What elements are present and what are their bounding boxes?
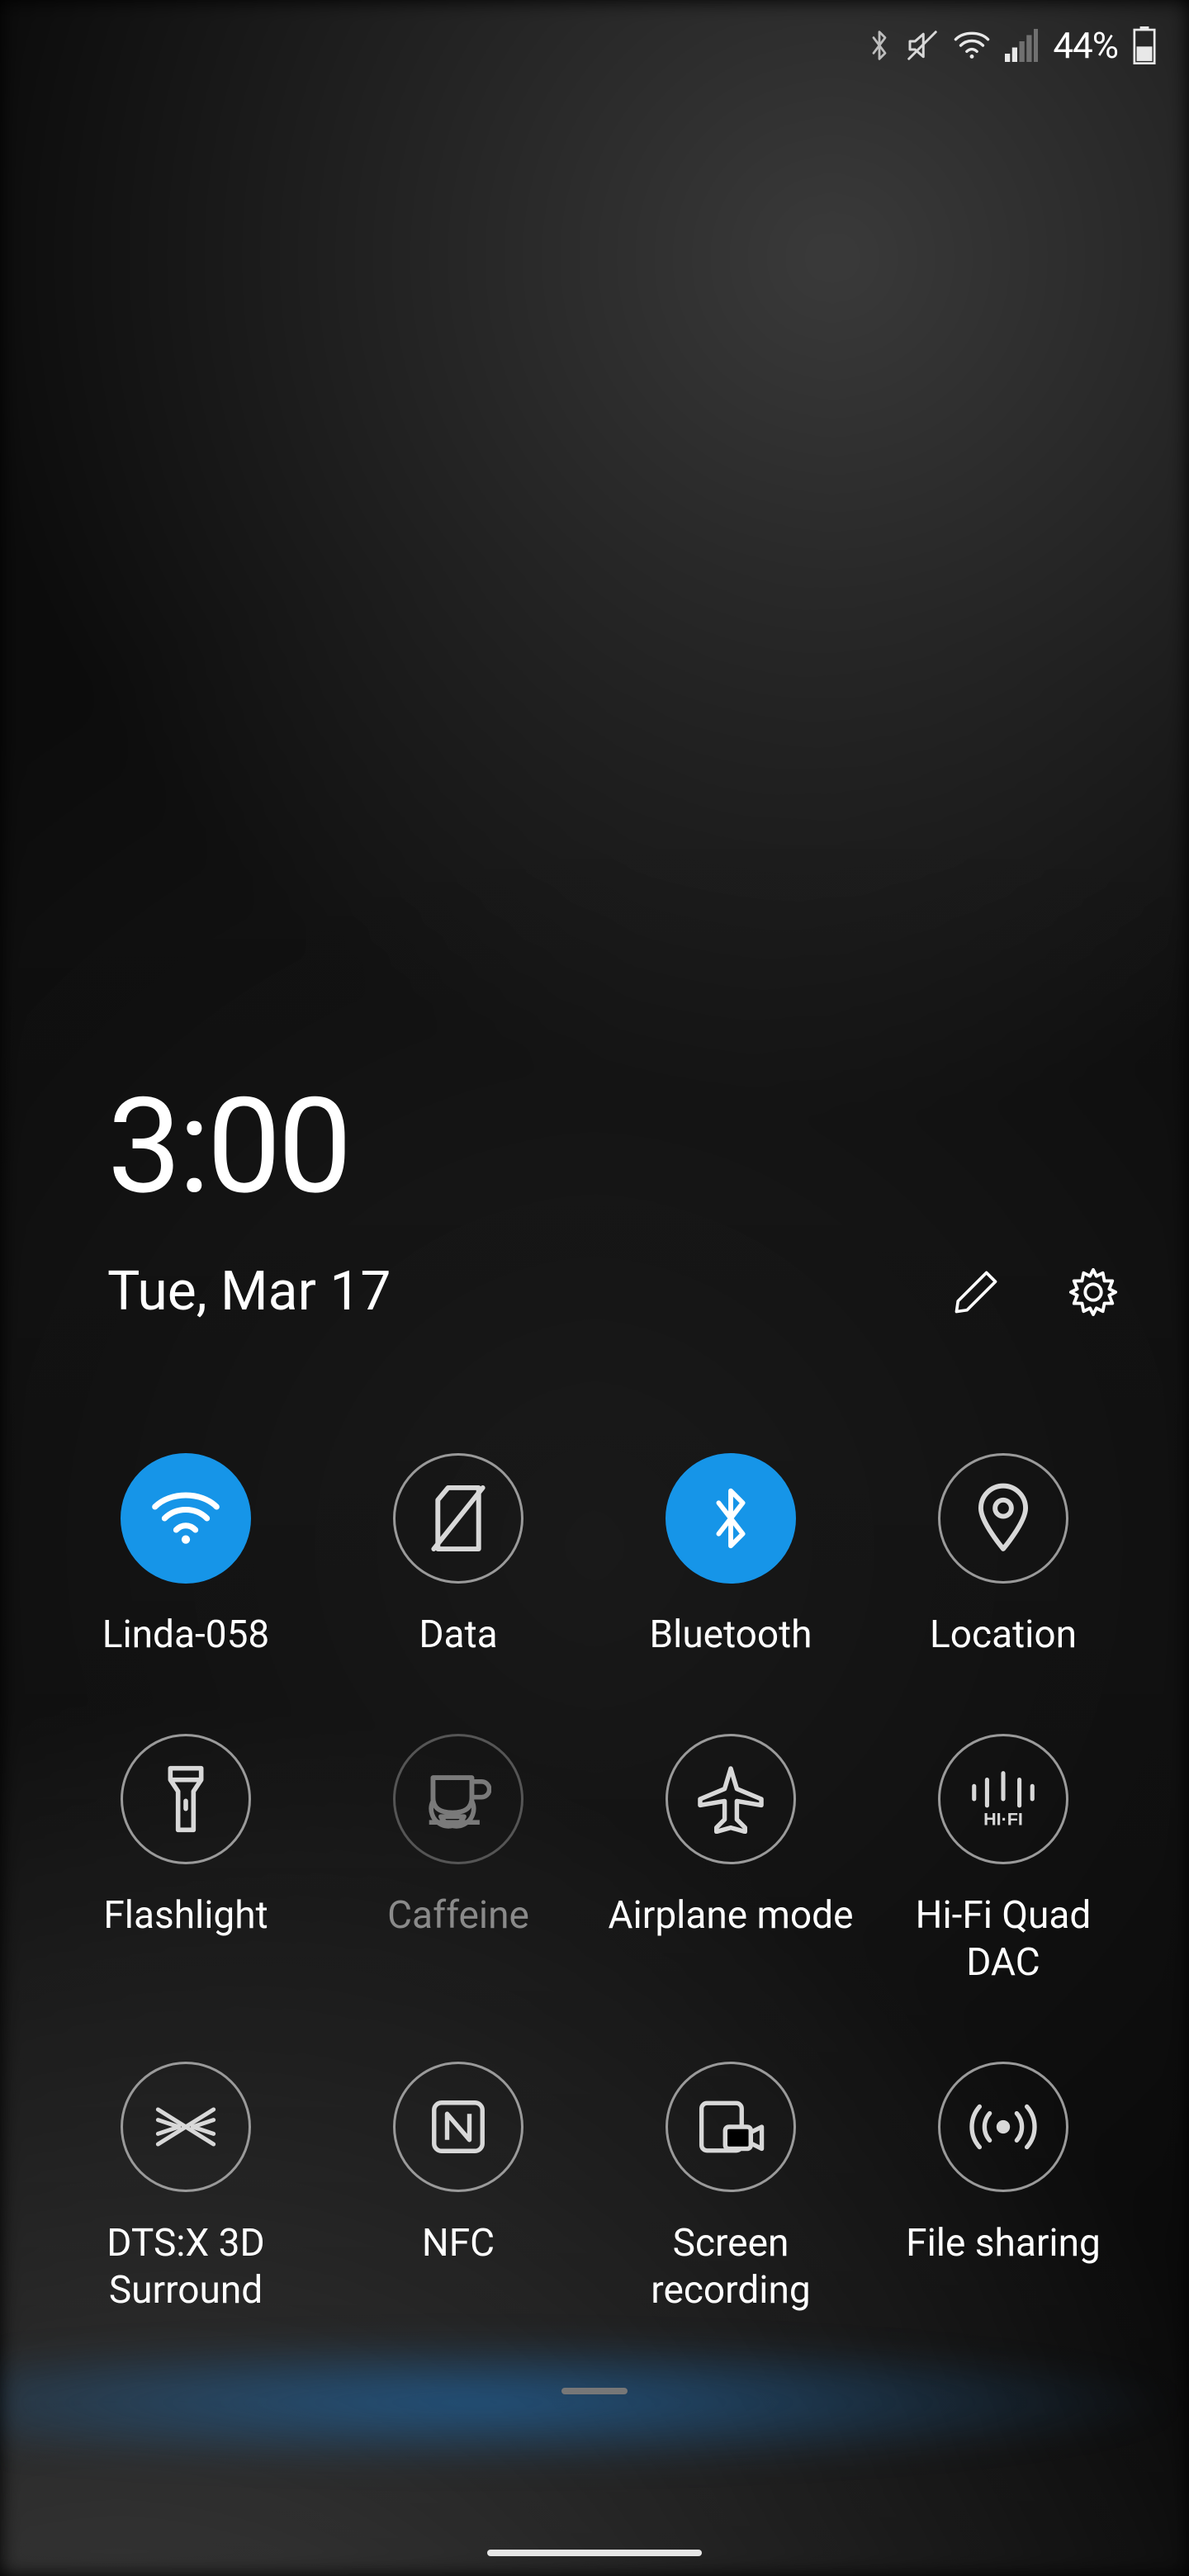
clock[interactable]: 3:00 [107, 1082, 1139, 1214]
qs-tile-data[interactable]: Data [322, 1453, 594, 1660]
edit-button[interactable] [946, 1262, 1006, 1322]
qs-tile-airplane[interactable]: Airplane mode [594, 1734, 867, 1987]
dock-glow [0, 2337, 1189, 2469]
location-pin-icon [938, 1453, 1068, 1584]
screen-record-icon [666, 2062, 796, 2192]
dtsx-icon [121, 2062, 251, 2192]
qs-tile-label: Bluetooth [649, 1612, 812, 1660]
qs-tile-hifi[interactable]: HI·FI Hi-Fi Quad DAC [867, 1734, 1139, 1987]
gear-icon [1068, 1267, 1119, 1318]
sim-off-icon [393, 1453, 523, 1584]
qs-tile-label: Caffeine [387, 1892, 529, 1940]
qs-tile-bluetooth[interactable]: Bluetooth [594, 1453, 867, 1660]
airplane-icon [666, 1734, 796, 1864]
panel-drag-handle[interactable] [561, 2388, 628, 2394]
settings-button[interactable] [1063, 1262, 1123, 1322]
flashlight-icon [121, 1734, 251, 1864]
nav-gesture-handle[interactable] [487, 2550, 702, 2556]
coffee-icon [393, 1734, 523, 1864]
qs-tile-label: NFC [422, 2220, 495, 2268]
qs-tile-dtsx[interactable]: DTS:X 3D Surround [50, 2062, 322, 2315]
date[interactable]: Tue, Mar 17 [107, 1260, 946, 1324]
wifi-icon [954, 29, 990, 62]
svg-text:HI·FI: HI·FI [983, 1809, 1023, 1829]
qs-tile-label: Data [419, 1612, 497, 1660]
qs-tile-location[interactable]: Location [867, 1453, 1139, 1660]
mute-icon [906, 29, 939, 62]
battery-icon [1133, 26, 1156, 64]
quick-settings-grid: Linda-058 Data Bluetooth Location [0, 1453, 1189, 2315]
nfc-icon [393, 2062, 523, 2192]
qs-tile-label: Linda-058 [102, 1612, 270, 1660]
status-bar: 44% [0, 0, 1189, 91]
hifi-icon: HI·FI [938, 1734, 1068, 1864]
file-sharing-icon [938, 2062, 1068, 2192]
wifi-icon [121, 1453, 251, 1584]
qs-tile-caffeine[interactable]: Caffeine [322, 1734, 594, 1987]
bluetooth-icon [666, 1453, 796, 1584]
qs-tile-label: DTS:X 3D Surround [58, 2220, 314, 2315]
pencil-icon [952, 1268, 1000, 1316]
qs-tile-label: Screen recording [603, 2220, 859, 2315]
qs-tile-label: File sharing [906, 2220, 1101, 2268]
qs-tile-label: Airplane mode [609, 1892, 854, 1940]
qs-tile-nfc[interactable]: NFC [322, 2062, 594, 2315]
panel-header: 3:00 Tue, Mar 17 [107, 1082, 1139, 1324]
qs-tile-flashlight[interactable]: Flashlight [50, 1734, 322, 1987]
bluetooth-icon [868, 29, 891, 62]
qs-tile-file-sharing[interactable]: File sharing [867, 2062, 1139, 2315]
battery-percent: 44% [1053, 24, 1118, 67]
qs-tile-label: Hi-Fi Quad DAC [875, 1892, 1131, 1987]
signal-icon [1005, 29, 1038, 62]
qs-tile-label: Location [930, 1612, 1077, 1660]
qs-tile-label: Flashlight [103, 1892, 268, 1940]
qs-tile-wifi[interactable]: Linda-058 [50, 1453, 322, 1660]
qs-tile-screen-recording[interactable]: Screen recording [594, 2062, 867, 2315]
